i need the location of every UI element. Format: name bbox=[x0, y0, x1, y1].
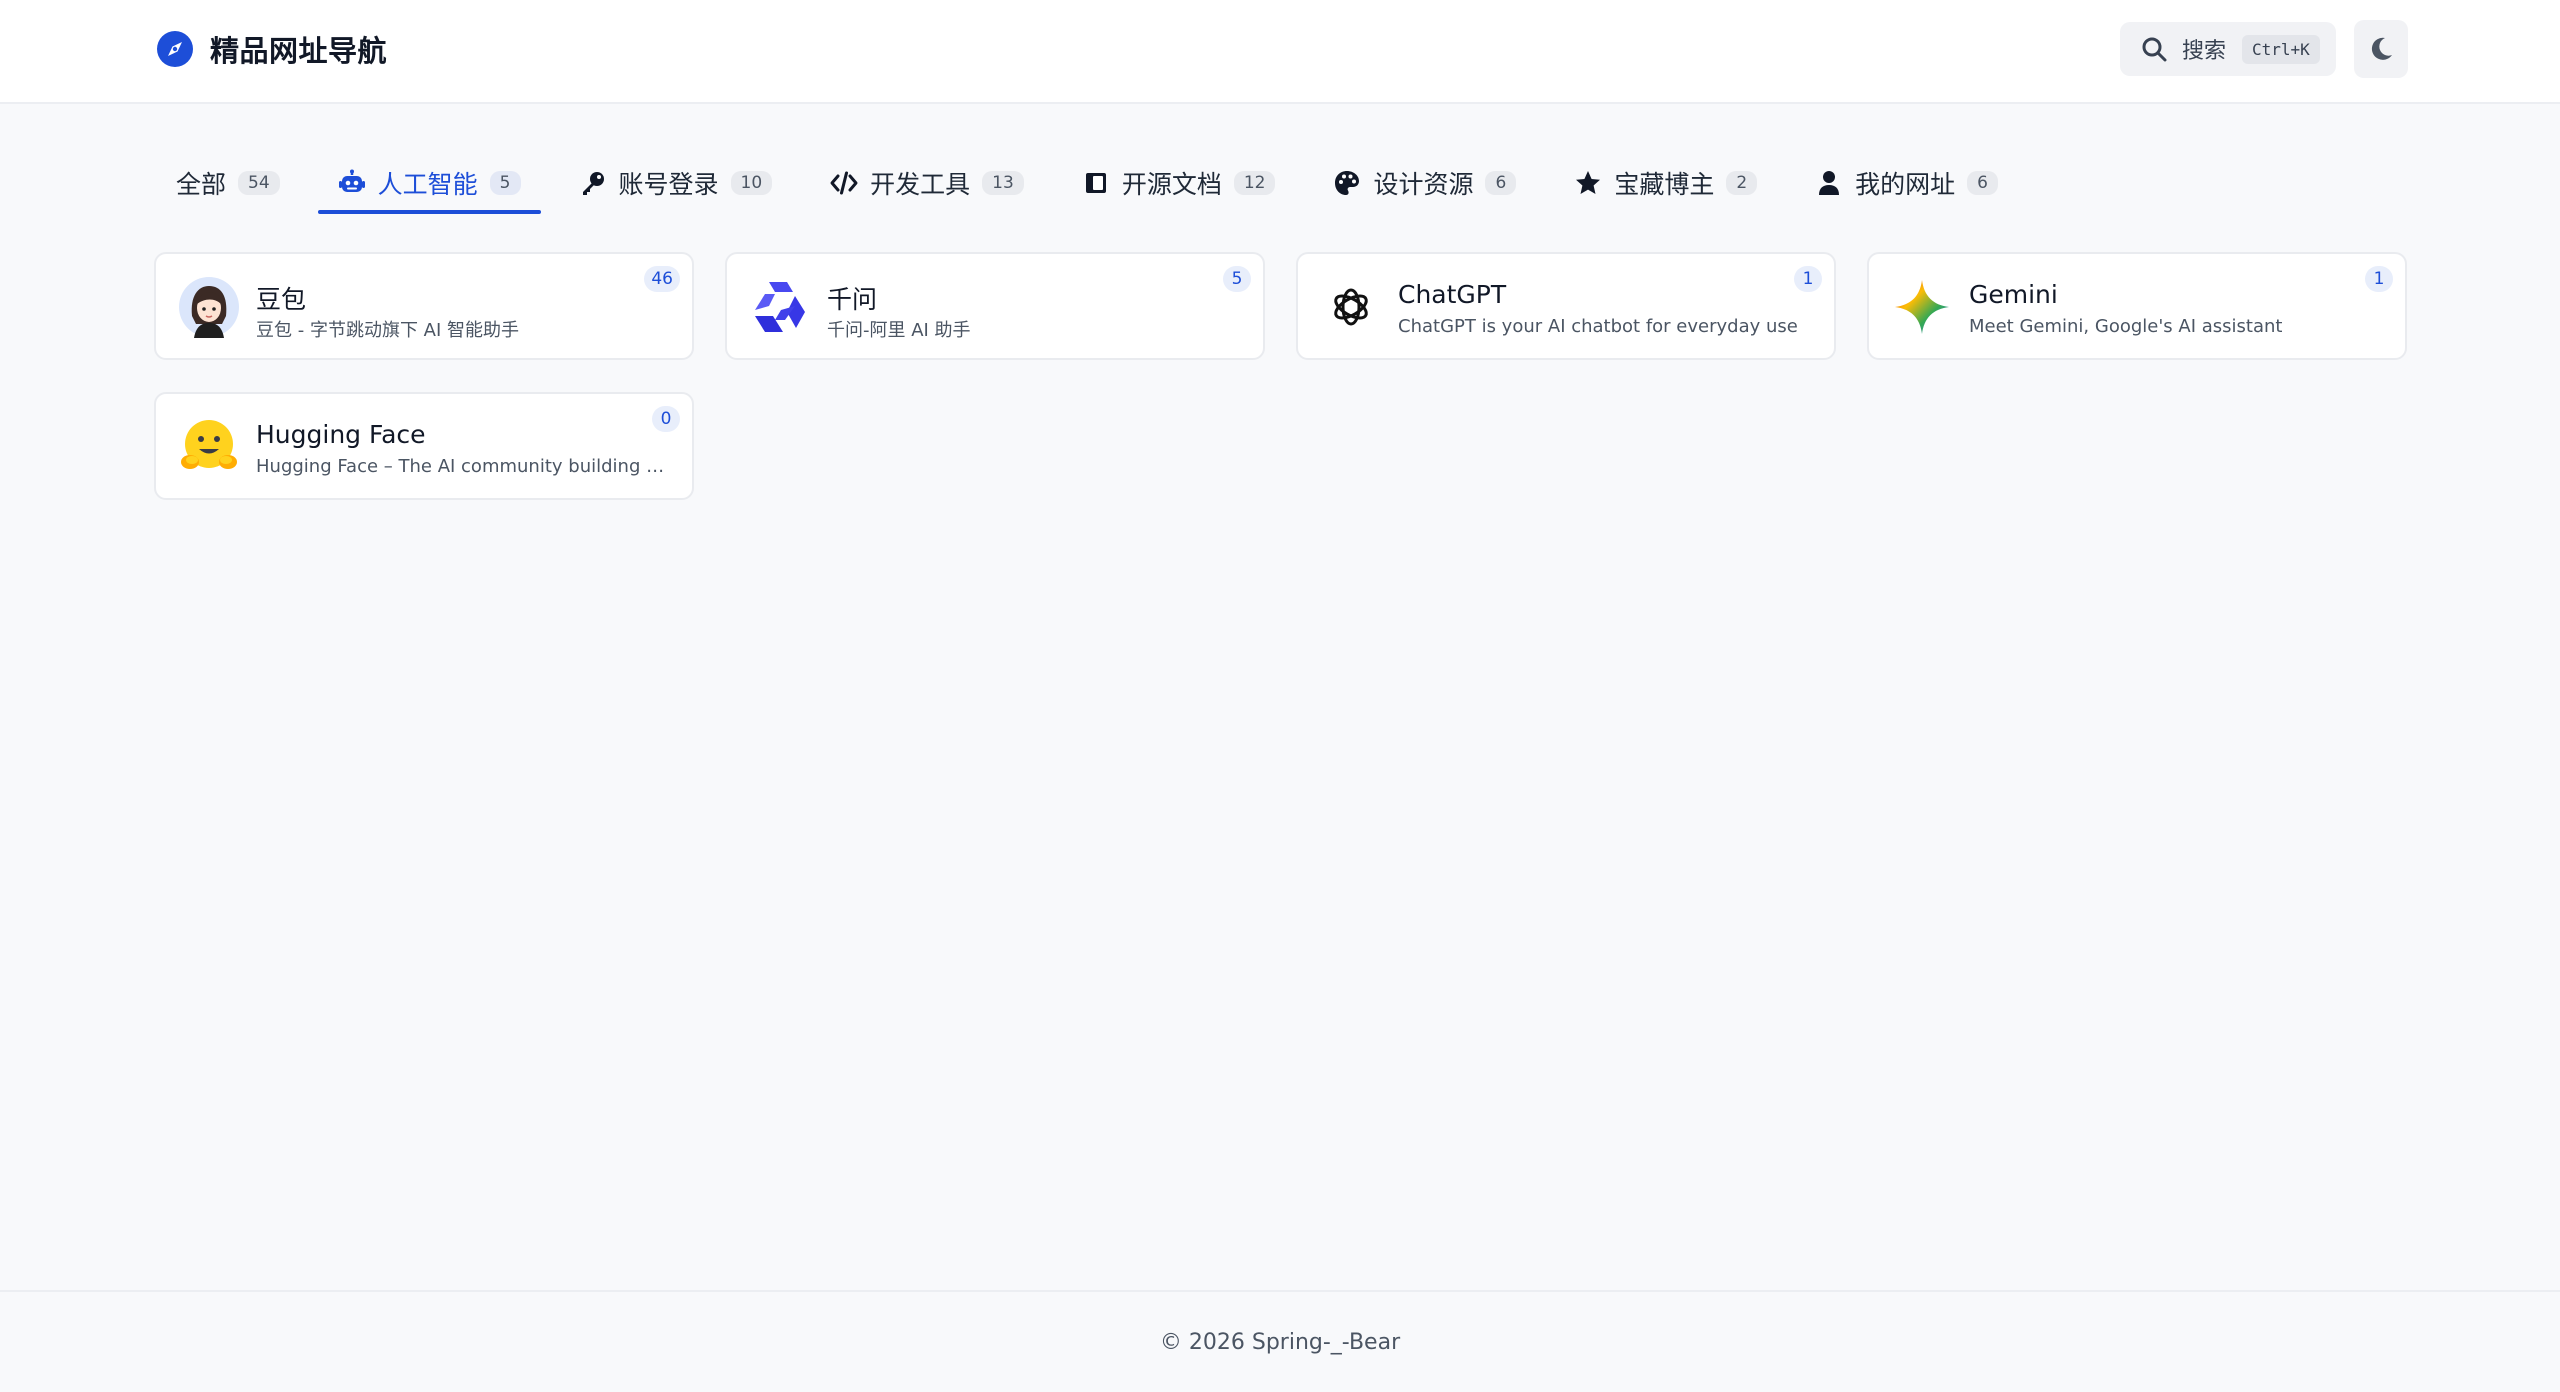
moon-icon bbox=[2371, 37, 2392, 60]
compass-icon bbox=[157, 31, 193, 67]
tab-label: 人工智能 bbox=[377, 170, 478, 199]
card-description: Meet Gemini, Google's AI assistant bbox=[1969, 316, 2283, 337]
site-card-hugging-face[interactable]: Hugging Face Hugging Face – The AI commu… bbox=[154, 392, 694, 500]
tab-open-source-docs[interactable]: 开源文档 12 bbox=[1062, 150, 1296, 216]
tab-count: 6 bbox=[1967, 171, 1998, 195]
tab-count: 2 bbox=[1726, 171, 1758, 195]
doubao-avatar-icon bbox=[178, 276, 240, 338]
card-description: 豆包 - 字节跳动旗下 AI 智能助手 bbox=[256, 320, 520, 341]
tab-label: 开发工具 bbox=[870, 170, 971, 199]
page-footer: © 2026 Spring-_-Bear bbox=[0, 1290, 2560, 1392]
search-button[interactable]: 搜索 Ctrl+K bbox=[2120, 22, 2336, 76]
copyright-text: © 2026 Spring-_-Bear bbox=[1159, 1329, 1401, 1355]
tab-dev-tools[interactable]: 开发工具 13 bbox=[810, 150, 1044, 216]
search-shortcut: Ctrl+K bbox=[2242, 34, 2320, 64]
tab-label: 设计资源 bbox=[1373, 170, 1474, 199]
card-description: 千问-阿里 AI 助手 bbox=[827, 320, 971, 341]
tab-count: 13 bbox=[982, 171, 1024, 195]
code-icon bbox=[830, 171, 858, 195]
tab-count: 6 bbox=[1485, 171, 1517, 195]
tab-label: 宝藏博主 bbox=[1614, 170, 1715, 199]
tab-ai[interactable]: 人工智能 5 bbox=[317, 150, 541, 216]
brand[interactable]: 精品网址导航 bbox=[156, 28, 387, 70]
palette-icon bbox=[1335, 171, 1360, 195]
tab-account-login[interactable]: 账号登录 10 bbox=[559, 150, 793, 216]
book-icon bbox=[1085, 173, 1106, 193]
card-name: ChatGPT bbox=[1398, 280, 1507, 309]
tab-count: 5 bbox=[489, 171, 521, 195]
search-icon bbox=[2142, 37, 2167, 62]
site-card-doubao[interactable]: 豆包 豆包 - 字节跳动旗下 AI 智能助手 46 bbox=[154, 252, 694, 360]
site-card-grid: 豆包 豆包 - 字节跳动旗下 AI 智能助手 46 千问 千问-阿里 AI 助手… bbox=[154, 252, 2408, 502]
card-count-badge: 1 bbox=[2365, 266, 2393, 292]
openai-logo-icon bbox=[1320, 276, 1382, 338]
tab-all[interactable]: 全部 54 bbox=[156, 150, 300, 216]
card-count-badge: 0 bbox=[652, 406, 680, 432]
card-count-badge: 1 bbox=[1794, 266, 1822, 292]
qwen-logo-icon bbox=[749, 276, 811, 338]
category-tabs: 全部 54 人工智能 5 账号登录 10 开发工具 13 开源文档 12 设计资… bbox=[156, 150, 2036, 216]
tab-count: 12 bbox=[1233, 171, 1276, 195]
card-name: Gemini bbox=[1969, 280, 2058, 309]
theme-toggle-button[interactable] bbox=[2354, 20, 2408, 78]
tab-treasure-bloggers[interactable]: 宝藏博主 2 bbox=[1554, 150, 1777, 216]
user-icon bbox=[1819, 171, 1840, 195]
site-card-gemini[interactable]: Gemini Meet Gemini, Google's AI assistan… bbox=[1867, 252, 2407, 360]
card-count-badge: 5 bbox=[1223, 266, 1251, 292]
hugging-face-emoji-icon bbox=[178, 416, 240, 478]
gemini-sparkle-icon bbox=[1891, 276, 1953, 338]
tab-count: 10 bbox=[730, 171, 773, 195]
tab-label: 账号登录 bbox=[618, 170, 719, 199]
tab-label: 全部 bbox=[176, 170, 227, 199]
top-header: 精品网址导航 搜索 Ctrl+K bbox=[0, 0, 2560, 104]
card-name: 豆包 bbox=[256, 285, 307, 314]
card-name: 千问 bbox=[827, 285, 878, 314]
site-card-qwen[interactable]: 千问 千问-阿里 AI 助手 5 bbox=[725, 252, 1265, 360]
key-icon bbox=[582, 172, 604, 195]
tab-label: 开源文档 bbox=[1121, 170, 1222, 199]
tab-design-resources[interactable]: 设计资源 6 bbox=[1313, 150, 1536, 216]
card-description: ChatGPT is your AI chatbot for everyday … bbox=[1398, 316, 1798, 337]
card-description: Hugging Face – The AI community building… bbox=[256, 456, 666, 477]
search-label: 搜索 bbox=[2182, 39, 2227, 64]
card-name: Hugging Face bbox=[256, 420, 426, 449]
tab-my-sites[interactable]: 我的网址 6 bbox=[1795, 150, 2018, 216]
site-card-chatgpt[interactable]: ChatGPT ChatGPT is your AI chatbot for e… bbox=[1296, 252, 1836, 360]
robot-icon bbox=[338, 169, 365, 192]
tab-count: 54 bbox=[238, 171, 280, 195]
tab-label: 我的网址 bbox=[1855, 170, 1956, 199]
star-icon bbox=[1576, 171, 1601, 194]
site-title: 精品网址导航 bbox=[210, 34, 388, 68]
card-count-badge: 46 bbox=[644, 266, 680, 292]
